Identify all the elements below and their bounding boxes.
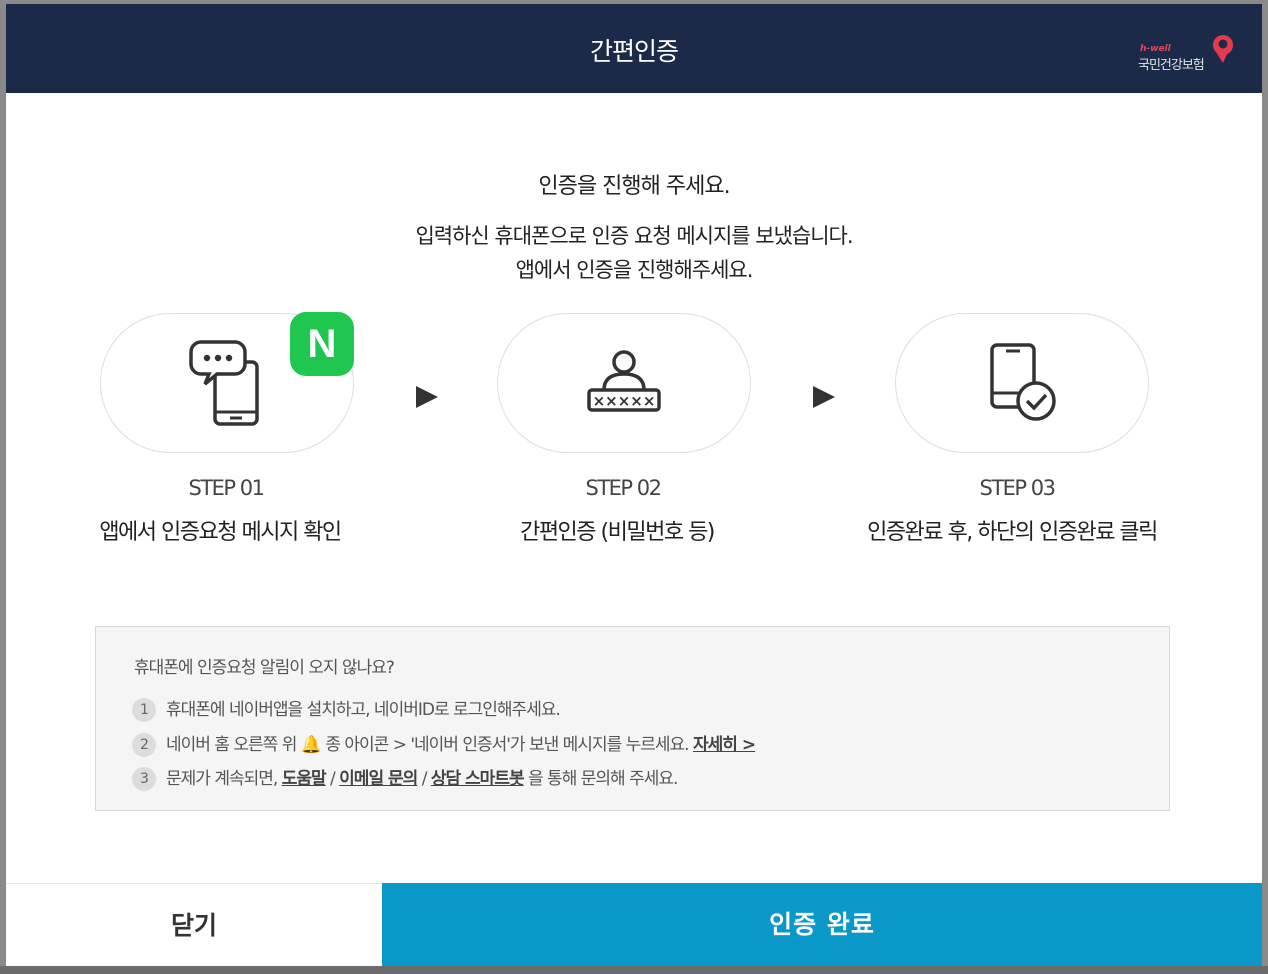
smartbot-link[interactable]: 상담 스마트봇 <box>431 769 525 789</box>
help-item-text: 문제가 계속되면, <box>166 769 278 789</box>
help-item-text: 을 통해 문의해 주세요. <box>528 769 678 789</box>
help-item-text: 휴대폰에 네이버앱을 설치하고, 네이버ID로 로그인해주세요. <box>166 700 561 720</box>
naver-app-icon: N <box>290 312 354 376</box>
intro-text-line1: 입력하신 휴대폰으로 인증 요청 메시지를 보냈습니다. <box>415 224 853 248</box>
help-item-2: 2 네이버 홈 오른쪽 위 🔔 종 아이콘 > '네이버 인증서'가 보낸 메시지… <box>132 730 756 757</box>
svg-text:×××××: ××××× <box>593 392 656 410</box>
step-arrow-icon <box>813 386 835 408</box>
intro-heading: 인증을 진행해 주세요. <box>538 174 730 199</box>
phone-check-icon <box>990 343 1056 421</box>
help-item-1: 1 휴대폰에 네이버앱을 설치하고, 네이버ID로 로그인해주세요. <box>132 695 561 722</box>
intro-text-line2: 앱에서 인증을 진행해주세요. <box>515 258 754 282</box>
step-arrow-icon <box>416 386 438 408</box>
step3-description: 인증완료 후, 하단의 인증완료 클릭 <box>867 520 1158 545</box>
phone-message-icon <box>189 340 259 426</box>
link-separator: / <box>421 769 428 789</box>
help-item-number: 3 <box>132 767 156 791</box>
step3-number: STEP 03 <box>979 476 1057 500</box>
background-taskbar <box>0 966 1268 974</box>
bell-icon: 🔔 <box>300 735 322 755</box>
help-box: 휴대폰에 인증요청 알림이 오지 않나요? 1 휴대폰에 네이버앱을 설치하고, … <box>95 626 1170 811</box>
help-question: 휴대폰에 인증요청 알림이 오지 않나요? <box>134 658 395 678</box>
step2-number: STEP 02 <box>585 476 663 500</box>
help-link[interactable]: 도움말 <box>282 769 327 789</box>
modal-header: 간편인증 h-well 국민건강보험 <box>6 4 1262 93</box>
close-button[interactable]: 닫기 <box>6 883 382 966</box>
step1-number: STEP 01 <box>188 476 266 500</box>
details-link[interactable]: 자세히 > <box>693 735 756 755</box>
help-item-3: 3 문제가 계속되면, 도움말 / 이메일 문의 / 상담 스마트봇 을 통해 문… <box>132 764 678 791</box>
auth-modal: 간편인증 h-well 국민건강보험 인증을 진행해 주세요. 입력하신 휴대폰… <box>6 4 1262 966</box>
nhis-logo: h-well 국민건강보험 <box>1132 34 1236 74</box>
help-item-text: 종 아이콘 > '네이버 인증서'가 보낸 메시지를 누르세요. <box>325 735 689 755</box>
logo-name: 국민건강보험 <box>1138 58 1205 73</box>
logo-hwell-text: h-well <box>1140 44 1171 54</box>
step2-card: ××××× <box>497 313 751 453</box>
logo-mark-icon <box>1213 35 1233 63</box>
step2-description: 간편인증 (비밀번호 등) <box>520 520 715 545</box>
modal-title: 간편인증 <box>589 37 679 66</box>
user-password-icon: ××××× <box>587 350 661 412</box>
help-item-number: 2 <box>132 733 156 757</box>
auth-complete-button[interactable]: 인증 완료 <box>382 883 1262 966</box>
link-separator: / <box>330 769 336 789</box>
help-item-text: 네이버 홈 오른쪽 위 <box>166 735 297 755</box>
step1-description: 앱에서 인증요청 메시지 확인 <box>99 520 342 545</box>
email-inquiry-link[interactable]: 이메일 문의 <box>339 769 418 789</box>
step3-card <box>895 313 1149 453</box>
help-item-number: 1 <box>132 698 156 722</box>
